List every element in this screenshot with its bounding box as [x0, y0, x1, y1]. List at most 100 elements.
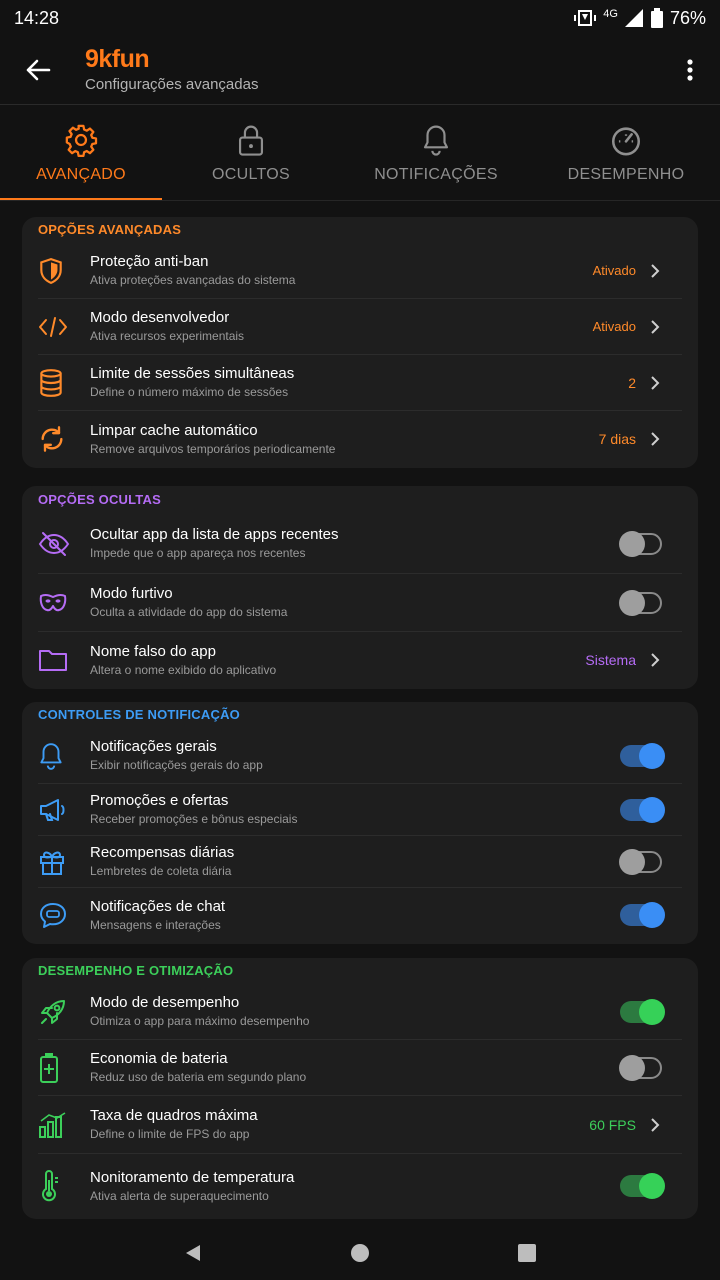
row-title: Taxa de quadros máxima [90, 1107, 258, 1124]
nav-home-button[interactable] [330, 1226, 390, 1280]
row-hide-from-recents[interactable]: Ocultar app da lista de apps recentes Imp… [38, 514, 682, 574]
row-desc: Impede que o app apareça nos recentes [90, 546, 306, 560]
toggle-switch[interactable] [620, 998, 665, 1025]
row-general-notifications[interactable]: Notificações gerais Exibir notificações g… [38, 728, 682, 784]
row-stealth-mode[interactable]: Modo furtivo Oculta a atividade do app do… [38, 574, 682, 632]
row-title: Proteção anti-ban [90, 253, 209, 270]
eye-off-icon [38, 531, 70, 556]
speedometer-icon [611, 127, 641, 156]
lock-icon [238, 125, 264, 156]
section-title: CONTROLES DE NOTIFICAÇÃO [38, 707, 240, 722]
row-max-frame-rate[interactable]: Taxa de quadros máxima Define o limite de… [38, 1096, 682, 1154]
nav-back-button[interactable] [163, 1226, 223, 1280]
signal-icon [624, 8, 644, 28]
circle-home-icon [350, 1244, 369, 1262]
status-bar: 14:28 4G 76% [0, 0, 720, 36]
triangle-back-icon [186, 1245, 201, 1261]
row-performance-mode[interactable]: Modo de desempenho Otimiza o app para máx… [38, 984, 682, 1040]
battery-icon [650, 8, 664, 28]
row-value: 7 dias [598, 431, 636, 447]
row-value: 2 [628, 374, 636, 391]
row-desc: Define o limite de FPS do app [90, 1127, 250, 1141]
row-value: Ativado [592, 319, 636, 334]
chevron-right-icon [648, 431, 662, 447]
nav-recents-button[interactable] [497, 1226, 557, 1280]
row-session-limit[interactable]: Limite de sessões simultâneas Define o nú… [38, 355, 682, 411]
row-title: Nonitoramento de temperatura [90, 1168, 295, 1186]
row-daily-rewards[interactable]: Recompensas diárias Lembretes de coleta d… [38, 836, 682, 888]
section-title: OPÇÕES OCULTAS [38, 492, 161, 507]
tab-hidden[interactable]: OCULTOS [162, 105, 340, 201]
row-title: Limpar cache automático [90, 421, 258, 439]
toggle-switch[interactable] [619, 848, 662, 875]
toggle-switch[interactable] [620, 902, 665, 928]
section-title: OPÇÕES AVANÇADAS [38, 222, 182, 237]
rocket-icon [41, 999, 65, 1024]
toggle-switch[interactable] [619, 530, 662, 557]
toggle-switch[interactable] [620, 742, 665, 769]
gift-icon [40, 851, 64, 875]
folder-icon [39, 650, 67, 671]
row-title: Recompensas diárias [90, 844, 235, 861]
square-recents-icon [517, 1244, 536, 1262]
toggle-switch[interactable] [619, 1054, 662, 1081]
back-button[interactable] [0, 36, 76, 104]
thermometer-icon [42, 1170, 58, 1202]
row-desc: Altera o nome exibido do aplicativo [90, 662, 277, 677]
section-title: DESEMPENHO E OTIMIZAÇÃO [38, 963, 234, 978]
row-title: Limite de sessões simultâneas [90, 365, 295, 382]
hidden-options-card: OPÇÕES OCULTAS Ocultar app da lista de a… [22, 486, 698, 689]
chevron-right-icon [648, 263, 662, 279]
chevron-right-icon [648, 652, 662, 668]
row-desc: Lembretes de coleta diária [90, 864, 232, 878]
row-anti-ban[interactable]: Proteção anti-ban Ativa proteções avançad… [38, 243, 682, 299]
tab-label: OCULTOS [212, 166, 290, 183]
tabs-divider [0, 200, 720, 201]
toggle-switch[interactable] [620, 1173, 665, 1199]
app-header: 9kfun Configurações avançadas [0, 36, 720, 104]
tab-label: AVANÇADO [36, 166, 126, 183]
row-developer-mode[interactable]: Modo desenvolvedor Ativa recursos experim… [38, 299, 682, 355]
tab-notifications[interactable]: NOTIFICAÇÕES [340, 105, 532, 201]
row-desc: Ativa proteções avançadas do sistema [90, 273, 296, 287]
row-desc: Define o número máximo de sessões [90, 385, 289, 399]
database-icon [40, 368, 62, 397]
row-value: 60 FPS [589, 1116, 636, 1133]
system-nav-bar [0, 1226, 720, 1280]
app-subtitle: Configurações avançadas [85, 76, 259, 93]
row-desc: Receber promoções e bônus especiais [90, 812, 298, 826]
performance-card: DESEMPENHO E OTIMIZAÇÃO Modo de desempen… [22, 958, 698, 1219]
battery-plus-icon [40, 1052, 58, 1083]
tab-label: NOTIFICAÇÕES [374, 166, 498, 183]
row-desc: Reduz uso de bateria em segundo plano [90, 1070, 307, 1084]
row-title: Ocultar app da lista de apps recentes [90, 526, 339, 543]
row-title: Nome falso do app [90, 642, 216, 660]
row-fake-app-name[interactable]: Nome falso do app Altera o nome exibido d… [38, 632, 682, 688]
row-battery-saver[interactable]: Economia de bateria Reduz uso de bateria … [38, 1040, 682, 1096]
toggle-switch[interactable] [619, 589, 662, 616]
row-title: Modo desenvolvedor [90, 309, 230, 326]
bell-icon [423, 125, 449, 156]
row-temperature-monitoring[interactable]: Nonitoramento de temperatura Ativa alerta… [38, 1154, 682, 1218]
row-desc: Otimiza o app para máximo desempenho [90, 1014, 310, 1028]
row-title: Notificações gerais [90, 738, 217, 755]
tab-performance[interactable]: DESEMPENHO [532, 105, 720, 201]
more-options-button[interactable] [660, 36, 720, 104]
header-text: 9kfun Configurações avançadas [76, 45, 660, 95]
chat-icon [40, 903, 66, 928]
bars-icon [39, 1111, 66, 1138]
toggle-switch[interactable] [620, 796, 665, 823]
row-chat-notifications[interactable]: Notificações de chat Mensagens e interaçõ… [38, 888, 682, 942]
megaphone-icon [40, 798, 65, 821]
network-type: 4G [603, 8, 618, 20]
more-vert-icon [687, 59, 693, 81]
row-desc: Ativa alerta de superaquecimento [90, 1188, 269, 1203]
row-auto-clear-cache[interactable]: Limpar cache automático Remove arquivos t… [38, 411, 682, 467]
notification-controls-card: CONTROLES DE NOTIFICAÇÃO Notificações ge… [22, 702, 698, 944]
tab-bar: AVANÇADO OCULTOS NOTIFICAÇÕES DESEMPENHO [0, 105, 720, 201]
row-promotions[interactable]: Promoções e ofertas Receber promoções e b… [38, 784, 682, 836]
arrow-left-icon [26, 59, 51, 81]
row-title: Modo furtivo [90, 585, 173, 602]
status-time: 14:28 [14, 7, 60, 28]
tab-advanced[interactable]: AVANÇADO [0, 105, 162, 201]
